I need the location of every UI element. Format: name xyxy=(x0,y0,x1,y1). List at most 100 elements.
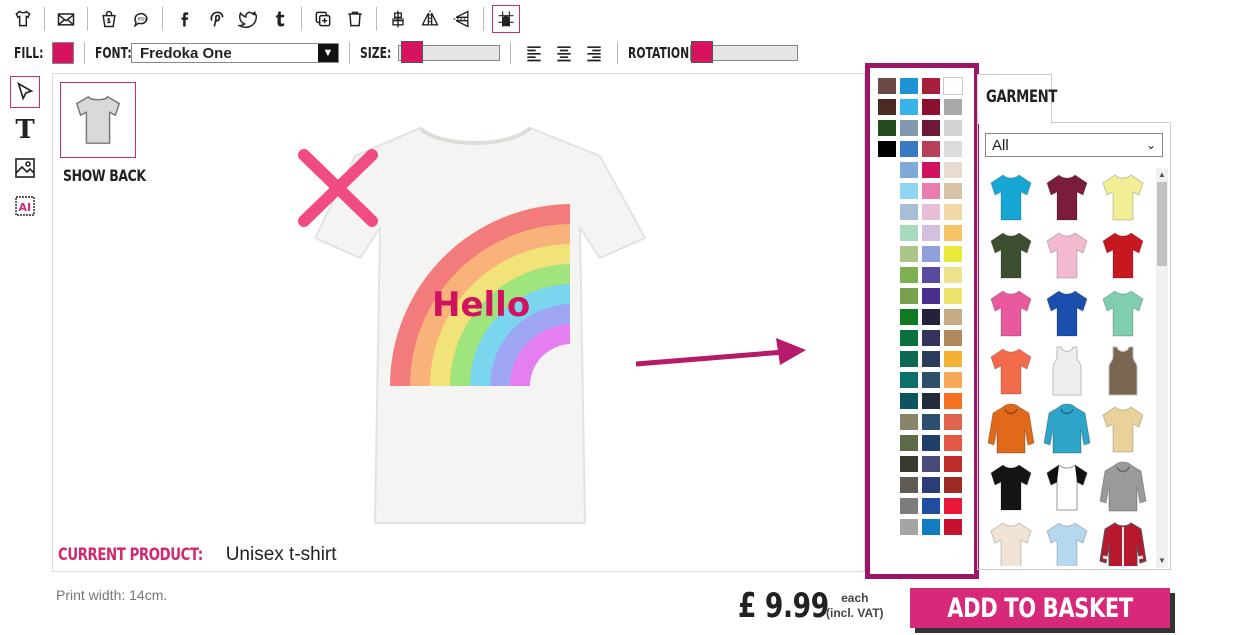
align-left-icon[interactable] xyxy=(521,40,547,66)
email-icon[interactable] xyxy=(53,6,79,32)
color-swatch[interactable] xyxy=(922,120,940,136)
flip-horizontal-icon[interactable] xyxy=(417,6,443,32)
color-swatch[interactable] xyxy=(922,393,940,409)
color-swatch[interactable] xyxy=(944,225,962,241)
color-swatch[interactable] xyxy=(900,351,918,367)
align-right-icon[interactable] xyxy=(581,40,607,66)
tshirt-maroon-icon[interactable] xyxy=(1039,168,1095,226)
color-swatch[interactable] xyxy=(878,120,896,136)
color-swatch[interactable] xyxy=(900,246,918,262)
shopify-icon[interactable] xyxy=(96,6,122,32)
color-swatch[interactable] xyxy=(900,288,918,304)
twitter-icon[interactable] xyxy=(235,6,261,32)
garment-scrollbar[interactable]: ▲ ▼ xyxy=(1156,168,1168,568)
raglan-black-white-icon[interactable] xyxy=(1039,458,1095,516)
color-swatch[interactable] xyxy=(944,120,962,136)
tshirt-lightblue-icon[interactable] xyxy=(1039,516,1095,566)
tab-garment[interactable]: GARMENT xyxy=(977,74,1057,124)
show-back-label[interactable]: SHOW BACK xyxy=(63,166,169,186)
color-swatch[interactable] xyxy=(943,77,963,95)
color-swatch[interactable] xyxy=(944,414,962,430)
color-swatch[interactable] xyxy=(900,393,918,409)
color-swatch[interactable] xyxy=(922,267,940,283)
close-icon[interactable] xyxy=(296,147,380,229)
scroll-up-icon[interactable]: ▲ xyxy=(1158,170,1166,179)
color-swatch[interactable] xyxy=(922,99,940,115)
tshirt-mint-icon[interactable] xyxy=(1095,284,1151,342)
color-swatch[interactable] xyxy=(922,162,940,178)
color-swatch[interactable] xyxy=(944,372,962,388)
color-swatch[interactable] xyxy=(900,120,918,136)
color-swatch[interactable] xyxy=(922,477,940,493)
garment-filter-select[interactable]: All ⌄ xyxy=(985,133,1163,157)
text-tool-icon[interactable]: T xyxy=(10,114,40,146)
rotation-slider-handle[interactable] xyxy=(691,41,713,63)
color-swatch[interactable] xyxy=(900,309,918,325)
design-text[interactable]: Hello xyxy=(432,285,530,325)
color-swatch[interactable] xyxy=(944,204,962,220)
color-swatch[interactable] xyxy=(900,435,918,451)
color-swatch[interactable] xyxy=(922,414,940,430)
tshirt-natural-icon[interactable] xyxy=(983,516,1039,566)
color-swatch[interactable] xyxy=(878,78,896,94)
color-swatch[interactable] xyxy=(900,456,918,472)
grid-snap-icon[interactable] xyxy=(492,5,520,33)
color-swatch[interactable] xyxy=(922,351,940,367)
facebook-icon[interactable] xyxy=(171,6,197,32)
color-swatch[interactable] xyxy=(900,225,918,241)
tshirt-tiedye-icon[interactable] xyxy=(1095,400,1151,458)
color-swatch[interactable] xyxy=(944,351,962,367)
etsy-icon[interactable]: etsy xyxy=(128,6,154,32)
color-swatch[interactable] xyxy=(944,498,962,514)
align-center-icon[interactable] xyxy=(551,40,577,66)
color-swatch[interactable] xyxy=(900,78,918,94)
color-swatch[interactable] xyxy=(900,183,918,199)
tank-white-icon[interactable] xyxy=(1039,342,1095,400)
color-swatch[interactable] xyxy=(900,498,918,514)
color-swatch[interactable] xyxy=(944,330,962,346)
align-center-vertical-icon[interactable] xyxy=(385,6,411,32)
ai-tool-icon[interactable]: AI xyxy=(10,190,40,222)
color-swatch[interactable] xyxy=(944,477,962,493)
rotation-slider[interactable] xyxy=(690,41,798,63)
scrollbar-thumb[interactable] xyxy=(1157,182,1167,266)
tshirt-hotpink-icon[interactable] xyxy=(983,284,1039,342)
color-swatch[interactable] xyxy=(922,456,940,472)
color-swatch[interactable] xyxy=(922,183,940,199)
duplicate-icon[interactable] xyxy=(310,6,336,32)
color-swatch[interactable] xyxy=(922,225,940,241)
color-swatch[interactable] xyxy=(922,435,940,451)
color-swatch[interactable] xyxy=(944,435,962,451)
color-swatch[interactable] xyxy=(944,309,962,325)
show-back-thumbnail[interactable] xyxy=(60,82,136,158)
color-swatch[interactable] xyxy=(922,330,940,346)
color-swatch[interactable] xyxy=(900,162,918,178)
color-swatch[interactable] xyxy=(900,141,918,157)
color-swatch[interactable] xyxy=(922,498,940,514)
tshirt-yellow-icon[interactable] xyxy=(1095,168,1151,226)
color-swatch[interactable] xyxy=(944,183,962,199)
color-swatch[interactable] xyxy=(944,456,962,472)
color-swatch[interactable] xyxy=(900,99,918,115)
tshirt-olive-icon[interactable] xyxy=(983,226,1039,284)
color-swatch[interactable] xyxy=(944,141,962,157)
tank-brown-icon[interactable] xyxy=(1095,342,1151,400)
add-to-basket-button[interactable]: ADD TO BASKET xyxy=(910,588,1170,628)
color-swatch[interactable] xyxy=(878,141,896,157)
color-swatch[interactable] xyxy=(922,204,940,220)
color-swatch[interactable] xyxy=(922,78,940,94)
color-swatch[interactable] xyxy=(922,141,940,157)
color-swatch[interactable] xyxy=(944,246,962,262)
color-swatch[interactable] xyxy=(922,309,940,325)
tshirt-pink-icon[interactable] xyxy=(1039,226,1095,284)
tshirt-royal-icon[interactable] xyxy=(1039,284,1095,342)
fill-color-swatch[interactable] xyxy=(52,42,74,64)
size-slider[interactable] xyxy=(398,41,500,63)
color-swatch[interactable] xyxy=(944,162,962,178)
color-swatch[interactable] xyxy=(944,267,962,283)
color-swatch[interactable] xyxy=(944,288,962,304)
color-swatch[interactable] xyxy=(900,204,918,220)
color-swatch[interactable] xyxy=(922,246,940,262)
color-swatch[interactable] xyxy=(900,414,918,430)
color-swatch[interactable] xyxy=(944,393,962,409)
